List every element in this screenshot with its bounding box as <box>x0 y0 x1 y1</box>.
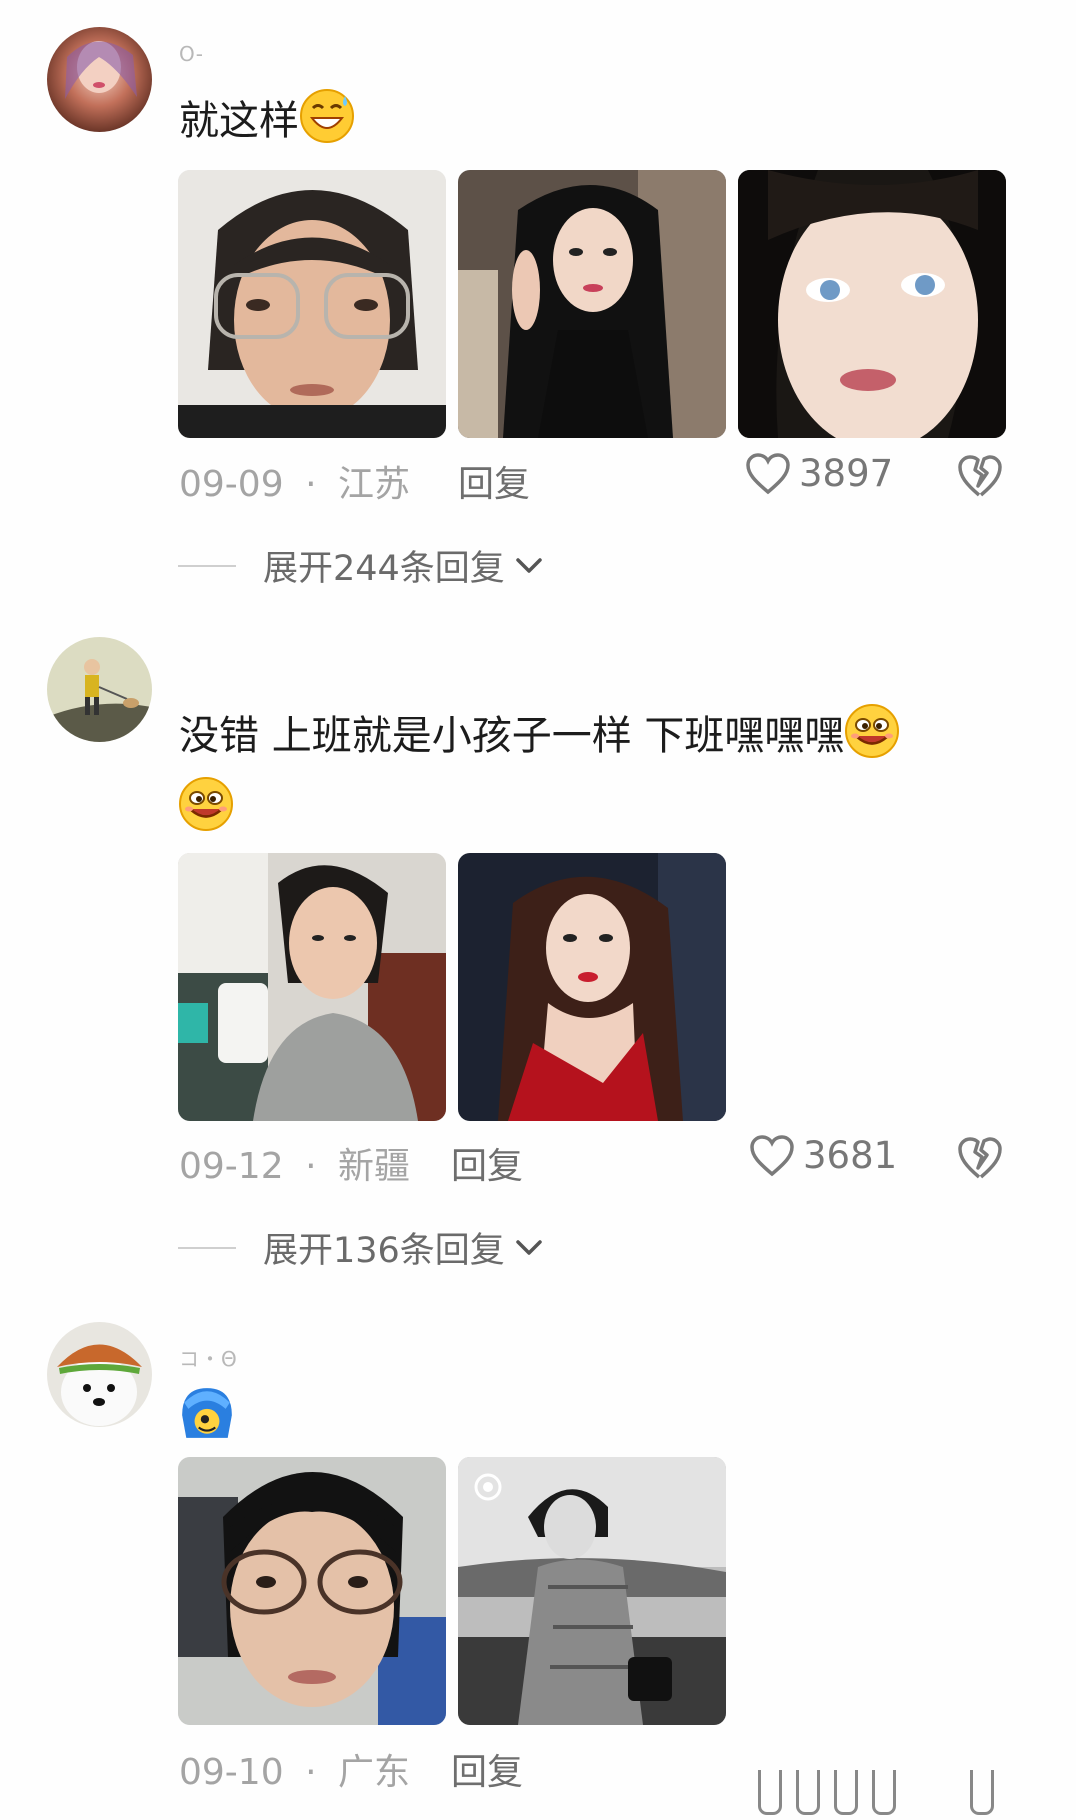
username[interactable]: O‐ <box>179 42 204 66</box>
reply-button[interactable]: 回复 <box>451 1743 523 1795</box>
comment-meta: 09-09 · 江苏 回复 <box>179 455 530 507</box>
expand-replies-button[interactable]: 展开136条回复 <box>178 1222 543 1273</box>
comment-location: 广东 <box>337 1752 410 1793</box>
comment-date: 09-10 <box>179 1752 284 1793</box>
broken-heart-icon[interactable] <box>957 454 1003 498</box>
comment-location: 江苏 <box>337 464 410 505</box>
office-selfie-photo[interactable] <box>178 853 446 1121</box>
divider-line <box>178 564 236 567</box>
curly-hair-woman-photo[interactable] <box>458 170 726 438</box>
chevron-down-icon <box>516 557 542 573</box>
divider-line <box>178 1246 236 1249</box>
reply-button[interactable]: 回复 <box>458 455 530 507</box>
bob-hair-glasses-photo[interactable] <box>178 1457 446 1725</box>
comment-meta: 09-12 · 新疆 回复 <box>179 1137 523 1189</box>
expand-label: 展开136条回复 <box>263 1231 505 1271</box>
meta-separator: · <box>305 464 317 505</box>
broken-heart-icon[interactable] <box>957 1136 1003 1180</box>
comment-text: 没错 上班就是小孩子一样 下班嘿嘿嘿 <box>179 703 1039 767</box>
reply-button[interactable]: 回复 <box>451 1137 523 1189</box>
heart-icon <box>746 452 790 494</box>
comment-date: 09-09 <box>179 464 284 505</box>
silly-smile-emoji <box>844 703 900 759</box>
avatar[interactable] <box>47 637 152 742</box>
meta-separator: · <box>305 1146 317 1187</box>
blue-hair-sticker <box>178 1384 236 1442</box>
username[interactable]: コ・Θ <box>179 1343 238 1372</box>
qipao-bw-photo[interactable] <box>458 1457 726 1725</box>
red-dress-woman-photo[interactable] <box>458 853 726 1121</box>
like-count: 3897 <box>799 452 894 495</box>
comment-text-content: 就这样 <box>179 98 299 144</box>
selfie-glasses-photo[interactable] <box>178 170 446 438</box>
like-count: 3681 <box>803 1134 898 1177</box>
expand-replies-button[interactable]: 展开244条回复 <box>178 540 543 591</box>
comment-text-content: 没错 上班就是小孩子一样 下班嘿嘿嘿 <box>179 713 845 759</box>
blue-eyes-closeup-photo[interactable] <box>738 170 1006 438</box>
avatar[interactable] <box>47 1322 152 1427</box>
heart-icon <box>750 1134 794 1176</box>
comment-meta: 09-10 · 广东 回复 <box>179 1743 523 1795</box>
grinning-sweat-emoji <box>299 88 355 144</box>
like-button[interactable]: 3681 <box>749 1134 897 1177</box>
expand-label: 展开244条回复 <box>263 549 505 589</box>
comment-text: 就这样 <box>179 88 1039 152</box>
partial-like-icons <box>758 1770 994 1815</box>
silly-smile-emoji <box>178 776 234 832</box>
meta-separator: · <box>305 1752 317 1793</box>
avatar[interactable] <box>47 27 152 132</box>
comment-date: 09-12 <box>179 1146 284 1187</box>
comment-location: 新疆 <box>337 1146 410 1187</box>
like-button[interactable]: 3897 <box>745 452 893 495</box>
chevron-down-icon <box>516 1239 542 1255</box>
